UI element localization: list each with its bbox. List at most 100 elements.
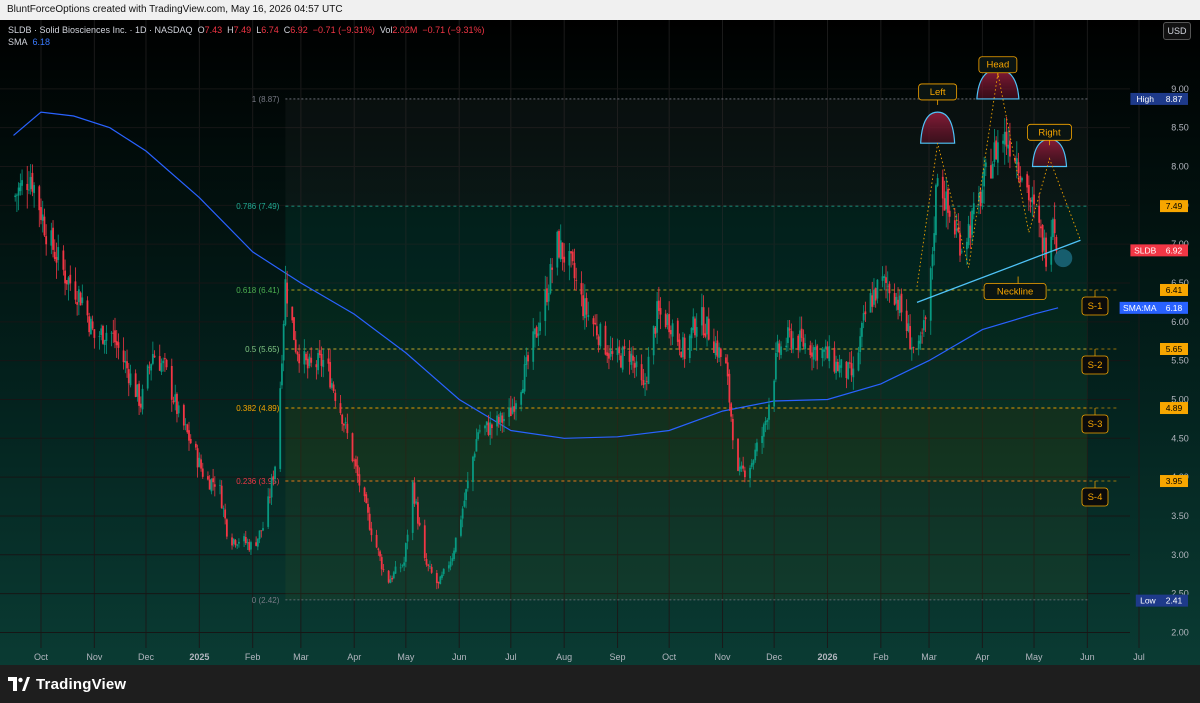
candle-body: [556, 231, 559, 268]
candle-body: [967, 223, 970, 246]
candle-body: [776, 341, 779, 353]
candle-body: [255, 542, 258, 546]
candle-body: [465, 489, 467, 501]
candle-body: [797, 335, 800, 351]
candle-body: [671, 323, 674, 337]
candle-body: [342, 423, 345, 426]
candle-body: [943, 198, 946, 211]
footer-bar: TradingView: [0, 665, 1200, 703]
candle-body: [628, 350, 631, 362]
candle-body: [250, 542, 252, 550]
candle-body: [580, 283, 583, 295]
candle: [680, 351, 683, 358]
candle-body: [322, 359, 325, 368]
candle: [694, 316, 696, 338]
candle-body: [382, 569, 385, 571]
fib-label: 0.786 (7.49): [236, 202, 279, 211]
candle-body: [497, 416, 500, 423]
candle-body: [814, 346, 817, 351]
fib-zone: [285, 349, 1088, 409]
candle-body: [363, 487, 366, 497]
candle-body: [1009, 140, 1011, 157]
candle-body: [876, 279, 879, 299]
x-tick-label: Dec: [766, 652, 783, 662]
candle-body: [981, 189, 984, 203]
candle-body: [172, 400, 175, 403]
candle-body: [17, 187, 20, 196]
candle-body: [67, 277, 70, 285]
candle-body: [1021, 178, 1023, 181]
candle-body: [532, 331, 535, 362]
candle-body: [394, 566, 397, 574]
candle-body: [139, 403, 142, 408]
candle-body: [912, 346, 915, 348]
candle-body: [823, 349, 825, 352]
candle-body: [1031, 197, 1034, 203]
candle-body: [210, 478, 213, 492]
candle-body: [725, 357, 727, 364]
candle-body: [749, 467, 751, 479]
chart-area[interactable]: 1 (8.87) 0.786 (7.49) 0.618 (6.41) 0.5 (5.6…: [0, 20, 1200, 665]
candle-body: [298, 354, 301, 364]
candle-body: [731, 418, 734, 441]
candle-body: [279, 388, 282, 469]
price-label-value: 3.95: [1166, 476, 1183, 486]
candle-body: [718, 347, 720, 358]
candle-body: [14, 195, 17, 198]
candle-body: [330, 383, 333, 388]
candle-body: [473, 453, 476, 458]
candle-body: [153, 355, 156, 358]
candle-body: [993, 142, 996, 162]
candle-body: [86, 300, 89, 316]
candle-body: [38, 186, 41, 211]
candle-body: [838, 365, 841, 373]
candle-body: [633, 363, 636, 368]
candle-body: [1041, 225, 1044, 253]
candle-body: [936, 178, 939, 186]
candle-body: [182, 405, 185, 426]
candle-body: [979, 191, 982, 207]
candle-body: [737, 438, 739, 471]
candle-body: [69, 274, 72, 284]
candle-body: [511, 406, 514, 414]
candle-body: [547, 292, 550, 302]
price-label-tag-text: High: [1136, 94, 1154, 104]
candle-body: [418, 522, 421, 526]
currency-button[interactable]: USD: [1163, 22, 1191, 40]
y-tick-label: 9.00: [1171, 84, 1189, 94]
candle-body: [29, 177, 32, 190]
candle-body: [461, 508, 464, 519]
candle-body: [826, 346, 829, 359]
candle-body: [873, 290, 875, 305]
candle-body: [320, 353, 323, 366]
candle-body: [213, 484, 216, 487]
support-label-text: S-1: [1088, 301, 1103, 312]
price-chart[interactable]: 1 (8.87) 0.786 (7.49) 0.618 (6.41) 0.5 (5.6…: [0, 20, 1200, 665]
candle-body: [888, 283, 891, 294]
candle-body: [484, 425, 486, 429]
candle-body: [430, 566, 433, 573]
price-label: 6.41: [1160, 283, 1188, 296]
candle-body: [657, 300, 660, 311]
candle-body: [893, 292, 896, 305]
candle: [423, 519, 426, 562]
candle-body: [353, 460, 356, 462]
candle-body: [728, 373, 731, 403]
legend-o-value: 7.43: [204, 25, 223, 35]
candle-body: [207, 476, 209, 480]
price-label-value: 7.49: [1166, 201, 1183, 211]
candle-body: [475, 439, 478, 452]
pattern-label-text: Neckline: [997, 287, 1033, 298]
candle-body: [599, 323, 602, 347]
candle-body: [774, 352, 777, 380]
candle-body: [695, 327, 698, 337]
x-tick-label: Nov: [86, 652, 103, 662]
pattern-label-text: Right: [1038, 127, 1061, 138]
candle-body: [750, 463, 753, 467]
legend-vol-label: Vol: [379, 25, 393, 35]
y-tick-label: 4.50: [1171, 433, 1189, 443]
candle-body: [356, 465, 359, 476]
candle-body: [883, 276, 886, 279]
tradingview-logo[interactable]: TradingView: [8, 674, 126, 694]
candle-body: [489, 422, 492, 435]
